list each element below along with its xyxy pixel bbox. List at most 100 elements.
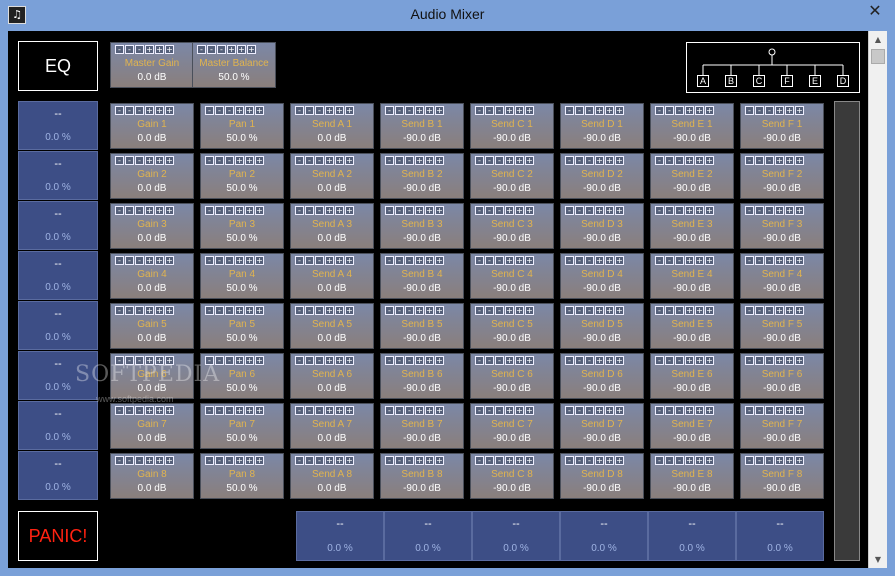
decrement-button[interactable]: - [395,106,404,115]
decrement-button[interactable]: - [115,106,124,115]
increment-button[interactable]: + [415,356,424,365]
channel-2-control-2[interactable]: - - - + + + Pan 2 50.0 % [200,153,284,199]
decrement-button[interactable]: - [765,256,774,265]
increment-button[interactable]: + [155,156,164,165]
channel-5-control-5[interactable]: - - - + + + Send C 5 -90.0 dB [470,303,554,349]
increment-button[interactable]: + [345,456,354,465]
decrement-button[interactable]: - [385,456,394,465]
channel-6-control-6[interactable]: - - - + + + Send D 6 -90.0 dB [560,353,644,399]
route-node-b[interactable]: B [725,75,737,87]
increment-button[interactable]: + [255,206,264,215]
decrement-button[interactable]: - [665,206,674,215]
decrement-button[interactable]: - [745,306,754,315]
decrement-button[interactable]: - [295,456,304,465]
increment-button[interactable]: + [605,256,614,265]
increment-button[interactable]: + [505,206,514,215]
decrement-button[interactable]: - [295,106,304,115]
increment-button[interactable]: + [145,456,154,465]
increment-button[interactable]: + [785,456,794,465]
increment-button[interactable]: + [695,456,704,465]
decrement-button[interactable]: - [125,406,134,415]
decrement-button[interactable]: - [485,106,494,115]
channel-5-control-1[interactable]: - - - + + + Gain 5 0.0 dB [110,303,194,349]
channel-1-control-5[interactable]: - - - + + + Send C 1 -90.0 dB [470,103,554,149]
increment-button[interactable]: + [415,306,424,315]
increment-button[interactable]: + [245,256,254,265]
eq-button[interactable]: EQ [18,41,98,91]
decrement-button[interactable]: - [405,406,414,415]
decrement-button[interactable]: - [225,156,234,165]
increment-button[interactable]: + [435,256,444,265]
increment-button[interactable]: + [615,406,624,415]
channel-4-control-8[interactable]: - - - + + + Send F 4 -90.0 dB [740,253,824,299]
increment-button[interactable]: + [785,256,794,265]
channel-4-control-2[interactable]: - - - + + + Pan 4 50.0 % [200,253,284,299]
increment-button[interactable]: + [425,356,434,365]
increment-button[interactable]: + [435,106,444,115]
decrement-button[interactable]: - [765,306,774,315]
decrement-button[interactable]: - [215,256,224,265]
increment-button[interactable]: + [165,456,174,465]
increment-button[interactable]: + [505,406,514,415]
increment-button[interactable]: + [525,106,534,115]
increment-button[interactable]: + [525,156,534,165]
channel-3-control-6[interactable]: - - - + + + Send D 3 -90.0 dB [560,203,644,249]
increment-button[interactable]: + [335,156,344,165]
scrollbar-thumb[interactable] [871,49,885,64]
increment-button[interactable]: + [415,456,424,465]
decrement-button[interactable]: - [405,456,414,465]
decrement-button[interactable]: - [395,206,404,215]
decrement-button[interactable]: - [135,106,144,115]
increment-button[interactable]: + [615,456,624,465]
decrement-button[interactable]: - [755,406,764,415]
decrement-button[interactable]: - [565,356,574,365]
increment-button[interactable]: + [775,206,784,215]
channel-5-control-3[interactable]: - - - + + + Send A 5 0.0 dB [290,303,374,349]
channel-7-control-4[interactable]: - - - + + + Send B 7 -90.0 dB [380,403,464,449]
decrement-button[interactable]: - [125,156,134,165]
decrement-button[interactable]: - [135,406,144,415]
increment-button[interactable]: + [165,206,174,215]
decrement-button[interactable]: - [565,456,574,465]
decrement-button[interactable]: - [655,256,664,265]
decrement-button[interactable]: - [655,156,664,165]
channel-5-control-6[interactable]: - - - + + + Send D 5 -90.0 dB [560,303,644,349]
decrement-button[interactable]: - [485,206,494,215]
decrement-button[interactable]: - [675,356,684,365]
decrement-button[interactable]: - [755,456,764,465]
decrement-button[interactable]: - [585,406,594,415]
decrement-button[interactable]: - [125,306,134,315]
increment-button[interactable]: + [235,106,244,115]
increment-button[interactable]: + [165,106,174,115]
channel-2-control-1[interactable]: - - - + + + Gain 2 0.0 dB [110,153,194,199]
increment-button[interactable]: + [705,156,714,165]
decrement-button[interactable]: - [565,256,574,265]
decrement-button[interactable]: - [655,206,664,215]
increment-button[interactable]: + [235,256,244,265]
increment-button[interactable]: + [415,406,424,415]
increment-button[interactable]: + [595,156,604,165]
decrement-button[interactable]: - [135,456,144,465]
increment-button[interactable]: + [595,456,604,465]
increment-button[interactable]: + [227,45,236,54]
decrement-button[interactable]: - [575,356,584,365]
channel-4-control-4[interactable]: - - - + + + Send B 4 -90.0 dB [380,253,464,299]
route-node-d[interactable]: D [837,75,849,87]
decrement-button[interactable]: - [655,456,664,465]
increment-button[interactable]: + [325,106,334,115]
increment-button[interactable]: + [515,206,524,215]
increment-button[interactable]: + [595,256,604,265]
decrement-button[interactable]: - [315,206,324,215]
decrement-button[interactable]: - [495,456,504,465]
decrement-button[interactable]: - [135,256,144,265]
increment-button[interactable]: + [245,306,254,315]
decrement-button[interactable]: - [575,256,584,265]
decrement-button[interactable]: - [475,156,484,165]
increment-button[interactable]: + [245,206,254,215]
increment-button[interactable]: + [255,356,264,365]
channel-7-control-5[interactable]: - - - + + + Send C 7 -90.0 dB [470,403,554,449]
increment-button[interactable]: + [435,306,444,315]
channel-2-control-4[interactable]: - - - + + + Send B 2 -90.0 dB [380,153,464,199]
increment-button[interactable]: + [705,406,714,415]
channel-4-control-6[interactable]: - - - + + + Send D 4 -90.0 dB [560,253,644,299]
